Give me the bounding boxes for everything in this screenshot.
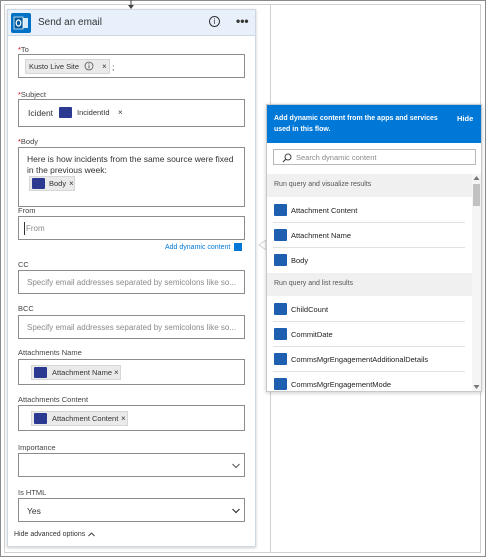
body-text: Here is how incidents from the same sour… (27, 154, 234, 175)
card-title[interactable]: Send an email (38, 17, 102, 28)
cc-label: CC (18, 260, 29, 269)
search-icon (282, 153, 292, 163)
from-placeholder: From (26, 224, 45, 233)
remove-chip-icon[interactable]: × (118, 106, 123, 119)
search-placeholder: Search dynamic content (296, 153, 377, 162)
remove-chip-icon[interactable]: × (121, 412, 126, 425)
card-header[interactable]: Send an email i ••• (8, 10, 255, 36)
importance-label: Importance (18, 443, 56, 452)
dynamic-item[interactable]: Attachment Content (273, 198, 465, 223)
body-chip[interactable]: Body × (29, 176, 75, 191)
cc-placeholder: Specify email addresses separated by sem… (27, 278, 236, 287)
dynamic-content-description: Add dynamic content from the apps and se… (274, 115, 438, 133)
body-field[interactable]: Here is how incidents from the same sour… (18, 147, 245, 207)
scroll-down-icon[interactable] (473, 384, 480, 390)
text-cursor (24, 222, 25, 235)
attachment-content-chip[interactable]: Attachment Content × (31, 411, 128, 426)
add-icon (234, 243, 243, 251)
to-separator: ; (112, 62, 115, 72)
dynamic-content-header: Add dynamic content from the apps and se… (267, 105, 481, 143)
remove-chip-icon[interactable]: × (102, 60, 107, 73)
from-field[interactable]: From (18, 216, 245, 240)
cc-field[interactable]: Specify email addresses separated by sem… (18, 270, 245, 294)
info-icon[interactable]: i (209, 16, 220, 27)
to-label: *To (18, 45, 29, 54)
dynamic-content-panel: Add dynamic content from the apps and se… (266, 104, 482, 392)
is-html-label: Is HTML (18, 488, 47, 497)
chevron-down-icon (232, 508, 240, 514)
scrollbar[interactable] (472, 174, 481, 391)
remove-chip-icon[interactable]: × (69, 177, 74, 190)
kusto-icon (34, 413, 47, 424)
section-header: Run query and list results (267, 273, 472, 296)
dynamic-item[interactable]: Body (273, 248, 465, 273)
from-label: From (18, 206, 36, 215)
kusto-icon (274, 254, 287, 266)
kusto-icon (274, 303, 287, 315)
info-icon (84, 61, 94, 71)
body-label: *Body (18, 137, 39, 146)
chevron-up-icon (88, 532, 95, 536)
send-email-card: Send an email i ••• *To Kusto Live Site … (7, 9, 256, 547)
kusto-icon (274, 204, 287, 216)
is-html-value: Yes (27, 506, 41, 516)
hide-advanced-options-link[interactable]: Hide advanced options (14, 531, 95, 538)
bcc-placeholder: Specify email addresses separated by sem… (27, 323, 236, 332)
kusto-icon (274, 328, 287, 340)
bcc-label: BCC (18, 304, 34, 313)
dynamic-item[interactable]: ChildCount (273, 297, 465, 322)
is-html-dropdown[interactable]: Yes (18, 498, 245, 522)
importance-dropdown[interactable] (18, 453, 245, 477)
kusto-icon (32, 178, 45, 189)
panel-pointer-icon (258, 240, 266, 250)
subject-label: *Subject (18, 90, 46, 99)
kusto-icon (274, 229, 287, 241)
to-field[interactable]: Kusto Live Site × ; (18, 54, 245, 78)
kusto-icon (34, 367, 47, 378)
subject-text: Icident (28, 108, 54, 118)
more-options-icon[interactable]: ••• (236, 14, 249, 28)
attachment-name-chip[interactable]: Attachment Name × (31, 365, 121, 380)
hide-button[interactable]: Hide (457, 114, 473, 123)
attachments-name-field[interactable]: Attachment Name × (18, 359, 245, 385)
add-dynamic-content-link[interactable]: Add dynamic content (165, 243, 243, 251)
chevron-down-icon (232, 463, 240, 469)
to-chip[interactable]: Kusto Live Site × (25, 59, 110, 74)
bcc-field[interactable]: Specify email addresses separated by sem… (18, 315, 245, 339)
scroll-up-icon[interactable] (473, 175, 480, 181)
subject-chip[interactable]: IncidentId × (59, 106, 127, 121)
section-header: Run query and visualize results (267, 174, 472, 197)
attachments-name-label: Attachments Name (18, 348, 82, 357)
kusto-icon (274, 353, 287, 365)
dynamic-item[interactable]: CommitDate (273, 322, 465, 347)
dynamic-item[interactable]: Attachment Name (273, 223, 465, 248)
dynamic-search-input[interactable]: Search dynamic content (273, 149, 476, 165)
kusto-icon (59, 107, 72, 118)
subject-field[interactable]: Icident IncidentId × (18, 99, 245, 127)
outlook-icon (11, 13, 31, 33)
attachments-content-label: Attachments Content (18, 395, 89, 404)
dynamic-item[interactable]: CommsMgrEngagementMode (273, 372, 465, 391)
scrollbar-thumb[interactable] (473, 184, 480, 206)
kusto-icon (274, 378, 287, 390)
remove-chip-icon[interactable]: × (114, 366, 119, 379)
attachments-content-field[interactable]: Attachment Content × (18, 405, 245, 431)
dynamic-item[interactable]: CommsMgrEngagementAdditionalDetails (273, 347, 465, 372)
